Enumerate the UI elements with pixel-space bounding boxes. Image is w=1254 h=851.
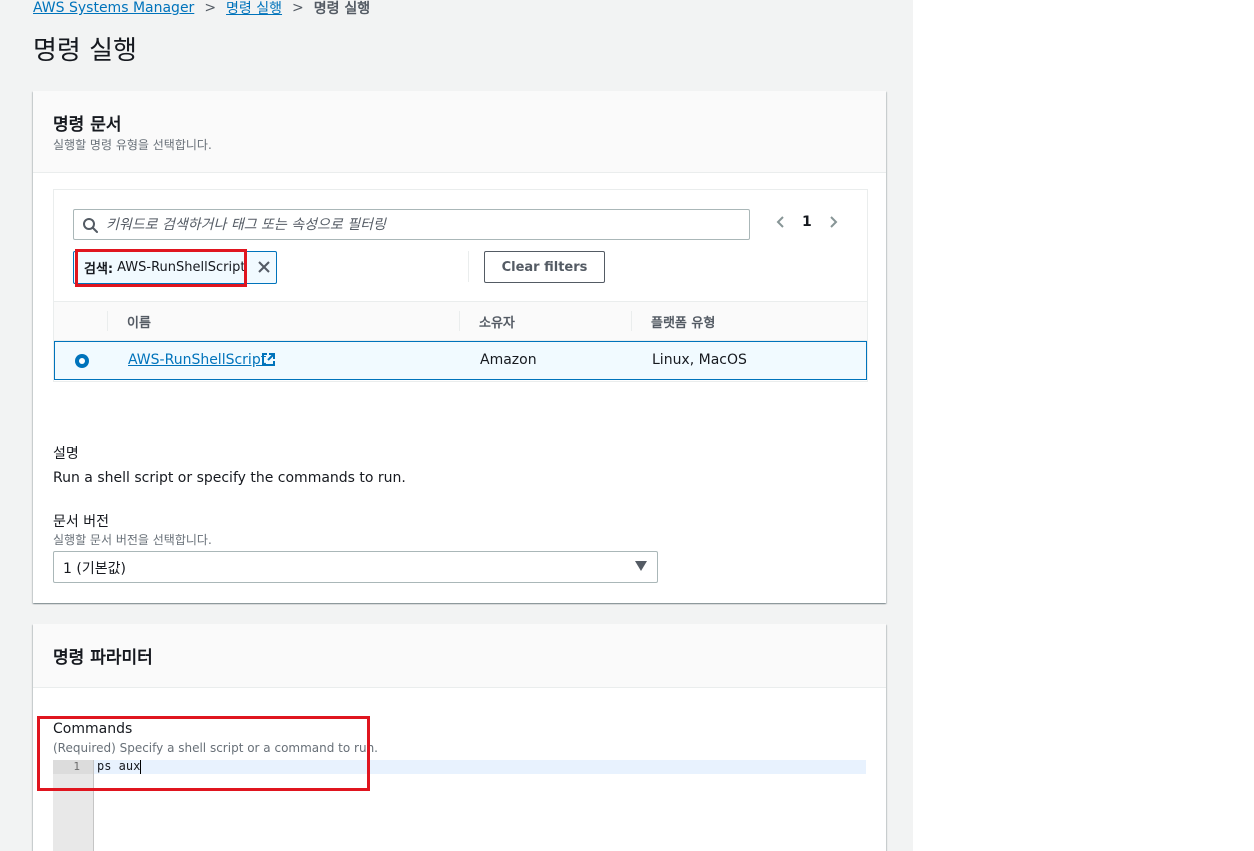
- document-owner: Amazon: [480, 352, 537, 368]
- command-document-header: 명령 문서 실행할 명령 유형을 선택합니다.: [33, 91, 886, 173]
- pagination: 1: [774, 214, 840, 230]
- page-title: 명령 실행: [33, 36, 137, 66]
- highlight-box-document: [75, 249, 247, 287]
- description-text: Run a shell script or specify the comman…: [53, 470, 406, 486]
- clear-filters-button[interactable]: Clear filters: [484, 251, 605, 283]
- document-version-description: 실행할 문서 버전을 선택합니다.: [53, 533, 212, 547]
- filter-divider: [468, 251, 469, 282]
- document-name-link[interactable]: AWS-RunShellScript: [128, 352, 266, 368]
- breadcrumb-run-command[interactable]: 명령 실행: [226, 0, 282, 18]
- column-divider: [459, 311, 460, 331]
- document-version-value: 1 (기본값): [63, 561, 126, 577]
- command-parameters-header: 명령 파라미터: [33, 624, 886, 688]
- search-field[interactable]: [73, 209, 750, 240]
- chevron-right-icon[interactable]: [826, 215, 840, 229]
- close-icon[interactable]: [257, 260, 271, 274]
- column-divider: [107, 311, 108, 331]
- column-divider: [631, 311, 632, 331]
- column-header-platform[interactable]: 플랫폼 유형: [651, 312, 715, 331]
- column-header-owner[interactable]: 소유자: [479, 312, 515, 331]
- highlight-box-commands: [37, 716, 370, 791]
- page-number[interactable]: 1: [802, 214, 812, 230]
- document-version-label: 문서 버전: [53, 514, 109, 530]
- command-document-panel: 명령 문서 실행할 명령 유형을 선택합니다. 1: [33, 91, 886, 603]
- search-input[interactable]: [106, 216, 706, 233]
- breadcrumb-current: 명령 실행: [313, 1, 371, 17]
- external-link-icon[interactable]: [261, 352, 276, 367]
- document-platform: Linux, MacOS: [652, 352, 747, 368]
- command-parameters-title: 명령 파라미터: [53, 648, 153, 668]
- breadcrumb-separator-icon: >: [292, 0, 304, 16]
- breadcrumb: AWS Systems Manager > 명령 실행 > 명령 실행: [33, 0, 370, 18]
- chevron-left-icon[interactable]: [774, 215, 788, 229]
- table-header: 이름 소유자 플랫폼 유형: [54, 301, 867, 341]
- caret-down-icon: [635, 561, 647, 571]
- breadcrumb-systems-manager[interactable]: AWS Systems Manager: [33, 0, 194, 16]
- command-document-title: 명령 문서: [53, 115, 122, 135]
- row-radio[interactable]: [75, 354, 89, 368]
- column-header-name[interactable]: 이름: [127, 312, 151, 331]
- console-main: AWS Systems Manager > 명령 실행 > 명령 실행 명령 실…: [0, 0, 913, 851]
- command-document-description: 실행할 명령 유형을 선택합니다.: [53, 138, 212, 152]
- document-version-select[interactable]: 1 (기본값): [53, 551, 658, 583]
- table-row[interactable]: AWS-RunShellScript Amazon Linux, MacOS: [54, 341, 867, 380]
- search-icon: [83, 217, 98, 233]
- breadcrumb-separator-icon: >: [204, 0, 217, 16]
- description-label: 설명: [53, 446, 79, 462]
